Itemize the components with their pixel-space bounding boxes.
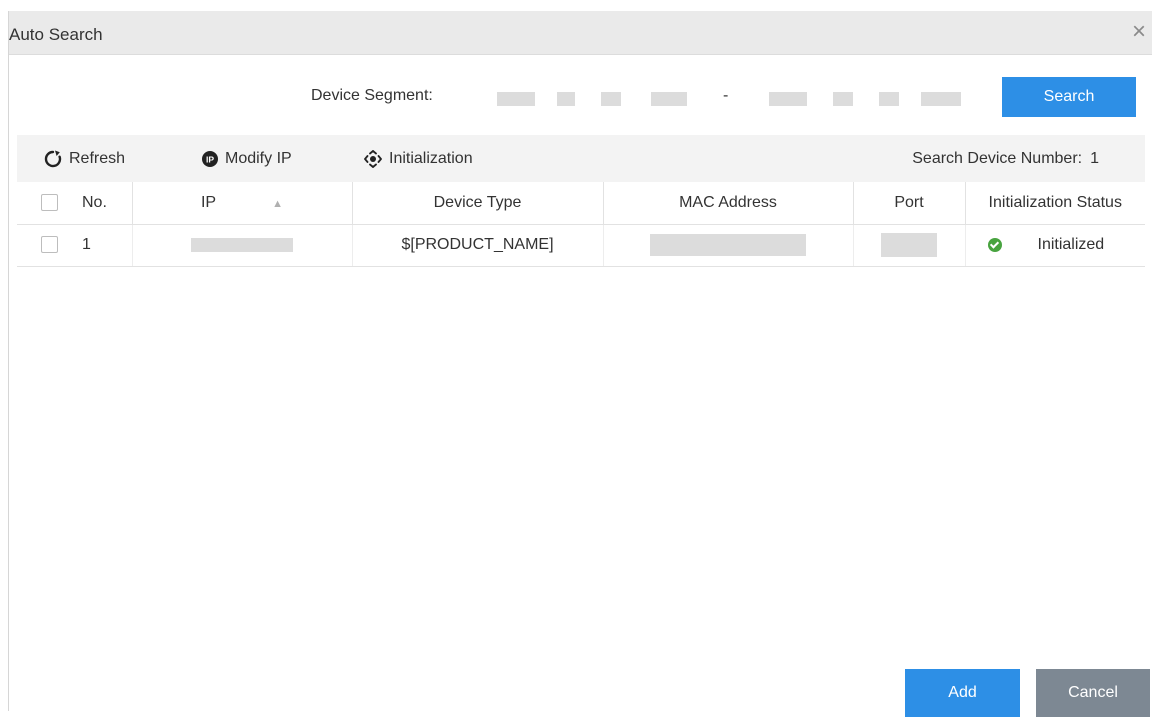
row-status-cell: Initialized: [965, 224, 1145, 267]
table-header-row: No. IP ▲ Device Type MAC Address Port Ini…: [17, 182, 1145, 225]
column-header-mac-address: MAC Address: [603, 182, 854, 225]
action-toolbar: Refresh IP Modify IP Initialization Sear…: [17, 135, 1145, 182]
dialog-titlebar: Auto Search ×: [9, 11, 1152, 55]
close-icon[interactable]: ×: [1126, 19, 1152, 45]
row-device-type: $[PRODUCT_NAME]: [352, 224, 604, 267]
masked-value: [497, 92, 535, 106]
column-header-port: Port: [853, 182, 966, 225]
add-button[interactable]: Add: [905, 669, 1020, 717]
search-button[interactable]: Search: [1002, 77, 1136, 117]
sort-up-icon: ▲: [272, 197, 283, 210]
select-all-checkbox[interactable]: [41, 194, 58, 212]
masked-ip: [191, 237, 293, 252]
row-mac-cell: [603, 224, 854, 267]
row-no-cell: 1: [17, 224, 133, 267]
masked-value: [557, 92, 575, 106]
column-header-device-type: Device Type: [352, 182, 604, 225]
device-table: No. IP ▲ Device Type MAC Address Port Ini…: [17, 182, 1145, 267]
table-row[interactable]: 1 $[PRODUCT_NAME] Initialized: [17, 224, 1145, 267]
column-header-initialization-status: Initialization Status: [965, 182, 1145, 225]
segment-start-input[interactable]: [477, 80, 713, 114]
dialog-title: Auto Search: [9, 25, 103, 44]
column-header-ip[interactable]: IP ▲: [132, 182, 353, 225]
column-ip-label: IP: [200, 193, 217, 211]
masked-value: [651, 92, 687, 106]
ip-icon: IP: [202, 150, 218, 167]
refresh-button[interactable]: Refresh: [43, 135, 125, 182]
svg-text:IP: IP: [206, 154, 214, 164]
initialization-icon: [364, 149, 382, 168]
refresh-icon: [44, 150, 62, 167]
device-segment-row: Device Segment: - Search: [9, 77, 1152, 117]
masked-value: [879, 92, 899, 106]
row-status: Initialized: [1037, 236, 1105, 253]
initialization-label: Initialization: [389, 149, 473, 167]
refresh-label: Refresh: [69, 149, 126, 167]
segment-separator: -: [723, 87, 729, 104]
check-circle-icon: [987, 237, 1002, 252]
masked-value: [833, 92, 853, 106]
masked-port: [881, 233, 937, 257]
row-no: 1: [82, 236, 91, 253]
device-segment-label: Device Segment:: [311, 87, 433, 104]
modify-ip-label: Modify IP: [225, 149, 292, 167]
device-count-label: Search Device Number:: [912, 149, 1083, 167]
masked-value: [769, 92, 807, 106]
initialization-button[interactable]: Initialization: [363, 135, 473, 182]
column-no-label: No.: [82, 193, 107, 211]
masked-mac: [650, 234, 806, 256]
device-count: Search Device Number: 1: [912, 135, 1099, 182]
masked-value: [921, 92, 961, 106]
cancel-button[interactable]: Cancel: [1036, 669, 1150, 717]
modify-ip-button[interactable]: IP Modify IP: [201, 135, 292, 182]
row-port-cell: [853, 224, 966, 267]
row-ip-cell: [132, 224, 353, 267]
device-count-value: 1: [1090, 149, 1099, 167]
auto-search-dialog: Auto Search × Device Segment: - Search R…: [8, 11, 1152, 717]
column-header-no: No.: [17, 182, 133, 225]
masked-value: [601, 92, 621, 106]
row-checkbox[interactable]: [41, 236, 58, 254]
segment-end-input[interactable]: [753, 80, 985, 114]
